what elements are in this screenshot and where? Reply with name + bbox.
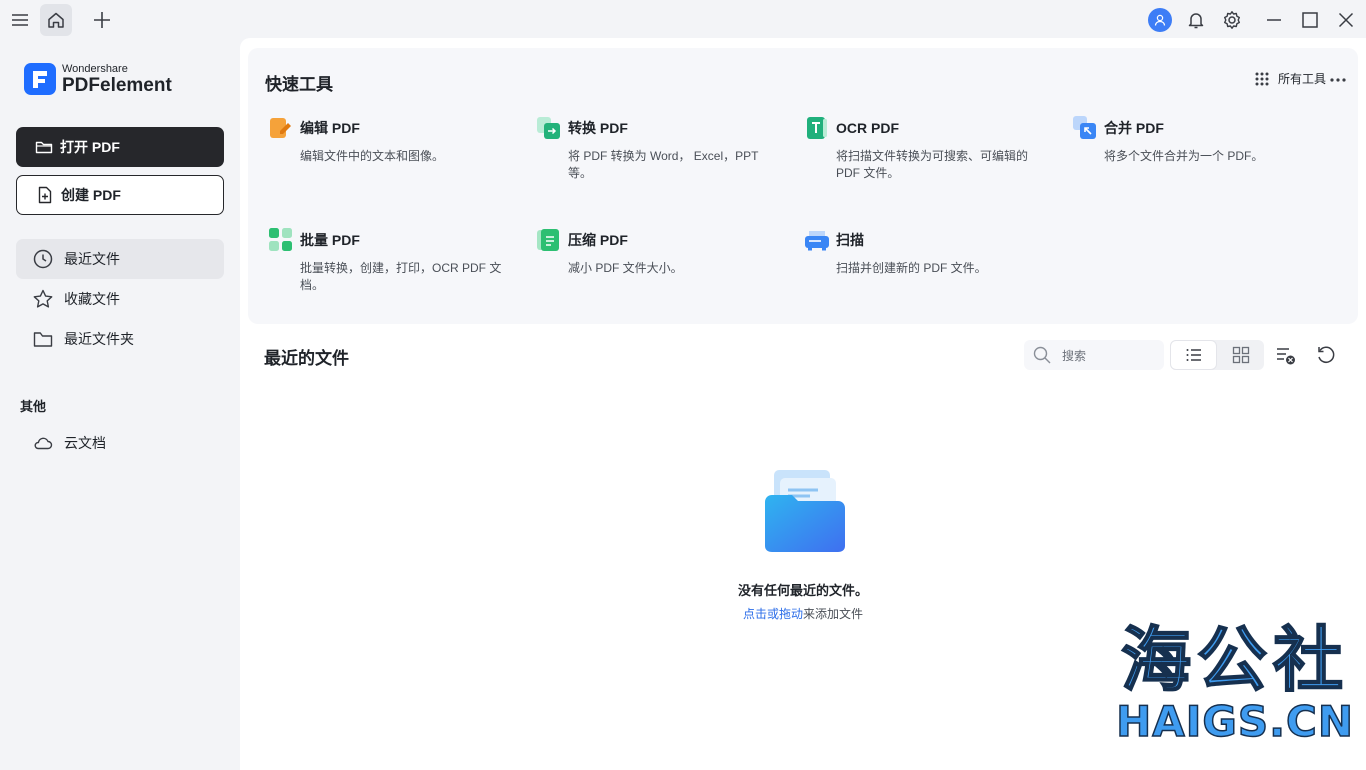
tool-description: 将 PDF 转换为 Word， Excel，PPT 等。 <box>568 149 759 180</box>
tool-compress-pdf[interactable]: 压缩 PDF 减小 PDF 文件大小。 <box>536 228 786 277</box>
folder-icon <box>35 141 53 154</box>
search-icon <box>1033 346 1051 364</box>
tool-ocr-pdf[interactable]: OCR PDF 将扫描文件转换为可搜索、可编辑的 PDF 文件。 <box>804 116 1054 182</box>
home-icon[interactable] <box>40 4 72 36</box>
avatar-icon[interactable] <box>1148 8 1172 32</box>
more-options-icon[interactable] <box>1326 68 1350 92</box>
tool-edit-pdf[interactable]: 编辑 PDF 编辑文件中的文本和图像。 <box>268 116 518 165</box>
sidebar-item-recent-folders[interactable]: 最近文件夹 <box>16 319 224 359</box>
view-toggle <box>1170 340 1264 370</box>
all-tools-button[interactable]: 所有工具 <box>1254 70 1326 87</box>
folder-icon <box>33 332 53 347</box>
watermark: 海公社 HAIGS.CN <box>1115 619 1354 747</box>
tool-name: 压缩 PDF <box>568 232 628 248</box>
tool-convert-pdf[interactable]: 转换 PDF 将 PDF 转换为 Word， Excel，PPT 等。 <box>536 116 786 182</box>
tool-batch-pdf[interactable]: 批量 PDF 批量转换，创建，打印，OCR PDF 文档。 <box>268 228 518 294</box>
convert-pdf-icon <box>536 115 562 141</box>
tool-description: 将扫描文件转换为可搜索、可编辑的 PDF 文件。 <box>836 149 1029 180</box>
tool-name: 编辑 PDF <box>300 120 360 136</box>
quick-tools-panel: 快速工具 所有工具 编辑 PDF 编辑文件中的文本和图像。 转换 PDF 将 P… <box>248 48 1358 324</box>
quick-tools-title: 快速工具 <box>265 75 333 94</box>
empty-folder-illustration <box>760 466 850 556</box>
tool-name: 扫描 <box>836 232 864 248</box>
add-files-link[interactable]: 点击或拖动 <box>743 607 803 621</box>
create-pdf-button[interactable]: 创建 PDF <box>16 175 224 215</box>
star-icon <box>33 289 53 308</box>
sidebar-item-label: 最近文件夹 <box>64 331 134 347</box>
sidebar: Wondershare PDFelement 打开 PDF 创建 PDF 最近文… <box>0 40 240 770</box>
open-pdf-label: 打开 PDF <box>60 139 120 155</box>
edit-pdf-icon <box>268 115 294 141</box>
create-pdf-label: 创建 PDF <box>61 187 121 203</box>
section-label-other: 其他 <box>20 399 47 414</box>
tool-name: 合并 PDF <box>1104 120 1164 136</box>
sidebar-item-favorites[interactable]: 收藏文件 <box>16 279 224 319</box>
grid-view-icon[interactable] <box>1217 340 1264 370</box>
tool-merge-pdf[interactable]: 合并 PDF 将多个文件合并为一个 PDF。 <box>1072 116 1322 165</box>
tool-name: 转换 PDF <box>568 120 628 136</box>
tool-description: 减小 PDF 文件大小。 <box>568 261 683 275</box>
tool-description: 扫描并创建新的 PDF 文件。 <box>836 261 987 275</box>
compress-pdf-icon <box>536 227 562 253</box>
minimize-icon[interactable] <box>1258 4 1290 36</box>
close-icon[interactable] <box>1330 4 1362 36</box>
grid-dots-icon <box>1255 72 1269 85</box>
list-view-icon[interactable] <box>1170 340 1217 370</box>
search-input[interactable]: 搜索 <box>1024 340 1164 370</box>
tool-description: 将多个文件合并为一个 PDF。 <box>1104 149 1264 163</box>
logo-product: PDFelement <box>62 74 172 96</box>
gear-icon[interactable] <box>1216 4 1248 36</box>
app-logo: Wondershare PDFelement <box>24 62 172 96</box>
title-bar <box>0 0 1366 40</box>
sidebar-item-label: 最近文件 <box>64 251 120 267</box>
refresh-icon[interactable] <box>1313 342 1339 368</box>
batch-pdf-icon <box>268 227 294 253</box>
hamburger-icon[interactable] <box>4 4 36 36</box>
search-placeholder: 搜索 <box>1062 348 1087 363</box>
cloud-icon <box>34 437 53 450</box>
maximize-icon[interactable] <box>1294 4 1326 36</box>
sidebar-item-recent-files[interactable]: 最近文件 <box>16 239 224 279</box>
clear-list-icon[interactable] <box>1272 342 1298 368</box>
tool-name: OCR PDF <box>836 120 899 136</box>
ocr-pdf-icon <box>804 115 830 141</box>
empty-state-title: 没有任何最近的文件。 <box>737 583 868 598</box>
tool-name: 批量 PDF <box>300 232 360 248</box>
watermark-en: HAIGS.CN <box>1115 697 1354 747</box>
sidebar-item-label: 收藏文件 <box>64 291 120 307</box>
tool-scan[interactable]: 扫描 扫描并创建新的 PDF 文件。 <box>804 228 1054 277</box>
all-tools-label: 所有工具 <box>1277 72 1326 86</box>
recent-files-title: 最近的文件 <box>264 349 349 368</box>
tool-description: 编辑文件中的文本和图像。 <box>300 149 445 163</box>
file-plus-icon <box>38 186 52 204</box>
clock-icon <box>33 249 53 269</box>
empty-state-hint-text: 来添加文件 <box>803 607 864 621</box>
plus-icon[interactable] <box>86 4 118 36</box>
bell-icon[interactable] <box>1180 4 1212 36</box>
open-pdf-button[interactable]: 打开 PDF <box>16 127 224 167</box>
sidebar-item-label: 云文档 <box>64 435 106 451</box>
scanner-icon <box>804 227 830 253</box>
logo-brand: Wondershare <box>62 62 128 75</box>
watermark-cn: 海公社 <box>1120 619 1350 701</box>
pdfelement-logo-icon <box>24 63 56 95</box>
merge-pdf-icon <box>1072 115 1098 141</box>
sidebar-item-cloud-docs[interactable]: 云文档 <box>16 423 224 463</box>
tool-description: 批量转换，创建，打印，OCR PDF 文档。 <box>300 261 502 292</box>
